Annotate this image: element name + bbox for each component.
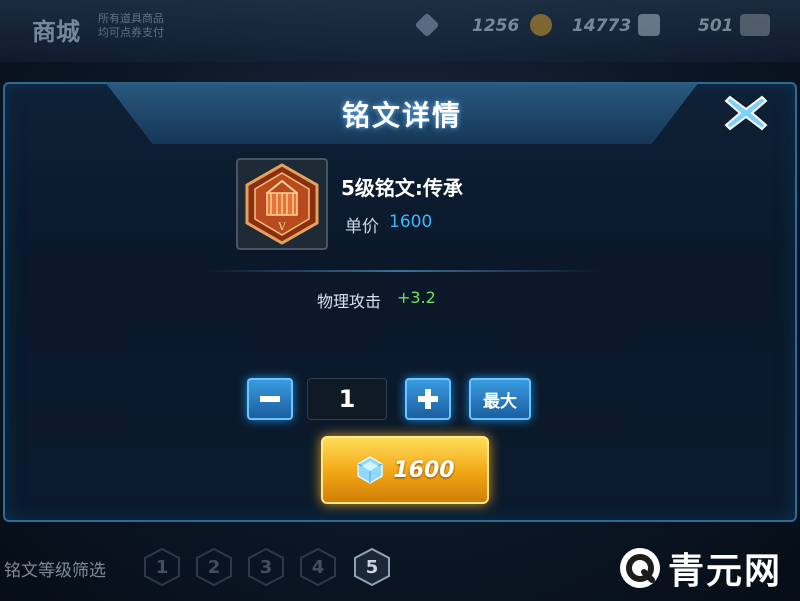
inscription-icon-frame: V <box>236 158 328 250</box>
watermark-logo-icon <box>620 548 660 588</box>
ticket-balance: 501 <box>698 16 734 36</box>
ticket-icon <box>638 14 660 36</box>
unit-price-label: 单价 <box>345 217 379 237</box>
decrease-button[interactable] <box>247 378 293 420</box>
level-filter-4[interactable]: 4 <box>298 547 338 587</box>
subtitle-line-2: 均可点券支付 <box>98 26 164 39</box>
close-icon <box>724 95 768 131</box>
level-filter-label: 铭文等级筛选 <box>4 561 106 581</box>
buy-price: 1600 <box>393 457 455 483</box>
level-number: 2 <box>207 556 221 578</box>
attribute-value: +3.2 <box>397 288 436 307</box>
gem-balance: 1256 <box>472 16 520 36</box>
shop-title: 商城 <box>32 18 80 46</box>
divider <box>201 270 601 272</box>
attribute-label: 物理攻击 <box>317 292 382 311</box>
quantity-field[interactable]: 1 <box>307 378 387 420</box>
gold-coin-icon <box>530 14 552 36</box>
inscription-name: 5级铭文:传承 <box>341 176 463 200</box>
watermark-text: 青元网 <box>668 551 783 592</box>
plus-icon <box>418 389 438 409</box>
inscription-detail-dialog: 铭文详情 V 5级铭文:传承 单价 1600 物理攻击 +3.2 1 最大 16… <box>3 82 797 522</box>
level-filter-2[interactable]: 2 <box>194 547 234 587</box>
minus-icon <box>260 396 280 402</box>
unit-price-value: 1600 <box>389 212 433 232</box>
level-number: 4 <box>311 556 325 578</box>
increase-button[interactable] <box>405 378 451 420</box>
watermark: 青元网 <box>618 538 800 598</box>
diamond-icon <box>357 456 384 484</box>
level-number: 5 <box>365 556 379 578</box>
svg-text:V: V <box>277 222 286 233</box>
level-number: 3 <box>259 556 273 578</box>
close-button[interactable] <box>721 90 771 136</box>
inscription-icon: V <box>245 163 319 245</box>
level-filter-3[interactable]: 3 <box>246 547 286 587</box>
shop-screen: 商城 所有道具商品 均可点券支付 1256 14773 501 铭文详情 V 5… <box>0 0 800 601</box>
level-number: 1 <box>155 556 169 578</box>
shop-subtitle: 所有道具商品 均可点券支付 <box>98 12 164 40</box>
level-filter-5[interactable]: 5 <box>352 547 392 587</box>
buy-button[interactable]: 1600 <box>321 436 489 504</box>
card-icon <box>740 14 770 36</box>
gold-balance: 14773 <box>572 16 632 36</box>
subtitle-line-1: 所有道具商品 <box>98 12 164 25</box>
level-filter-1[interactable]: 1 <box>142 547 182 587</box>
dialog-title: 铭文详情 <box>341 99 462 132</box>
max-button[interactable]: 最大 <box>469 378 531 420</box>
